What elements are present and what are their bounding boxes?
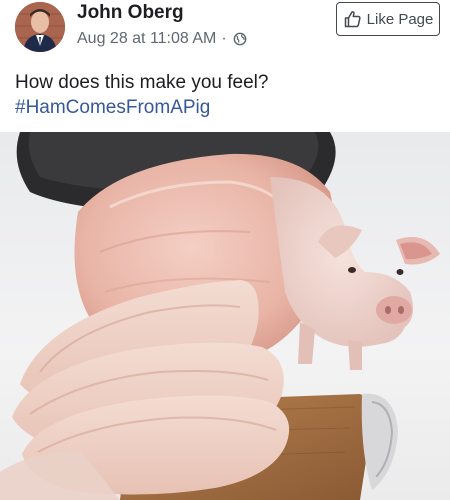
avatar-photo: [15, 2, 65, 52]
facebook-post: John Oberg Aug 28 at 11:08 AM · Like Pag…: [0, 0, 450, 500]
caption-text: How does this make you feel?: [15, 72, 269, 93]
post-timestamp[interactable]: Aug 28 at 11:08 AM: [77, 30, 216, 48]
hashtag-link[interactable]: #HamComesFromAPig: [15, 95, 268, 120]
author-name[interactable]: John Oberg: [77, 2, 184, 24]
ham-pig-photo: [0, 132, 450, 500]
like-page-label: Like Page: [366, 10, 434, 28]
post-meta: Aug 28 at 11:08 AM ·: [77, 30, 247, 48]
thumbs-up-icon: [344, 11, 361, 28]
post-header: John Oberg Aug 28 at 11:08 AM · Like Pag…: [0, 0, 450, 62]
meta-separator: ·: [221, 30, 227, 47]
like-page-button[interactable]: Like Page: [336, 2, 440, 36]
post-caption: How does this make you feel? #HamComesFr…: [15, 70, 268, 120]
author-avatar[interactable]: [15, 2, 65, 52]
globe-icon[interactable]: [233, 32, 247, 46]
post-photo[interactable]: [0, 132, 450, 500]
